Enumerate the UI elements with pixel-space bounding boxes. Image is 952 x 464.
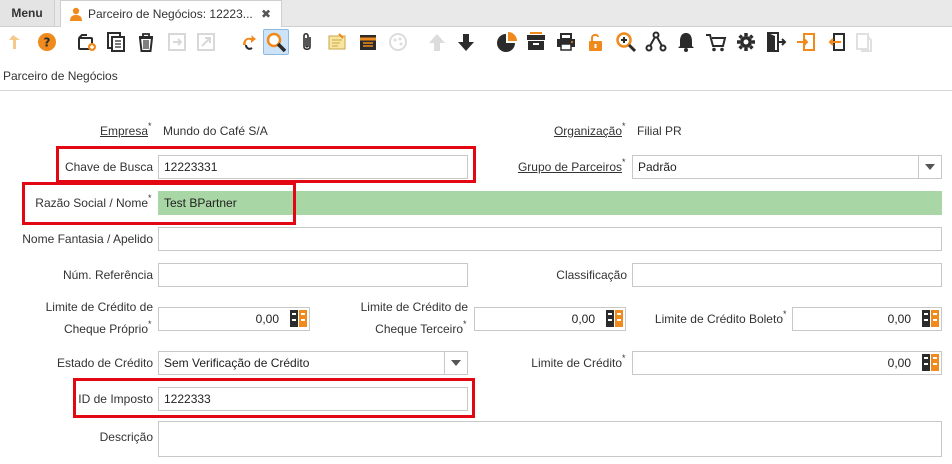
exit-icon[interactable] — [763, 29, 789, 55]
lock-icon[interactable] — [583, 29, 609, 55]
chevron-down-icon[interactable] — [918, 156, 941, 178]
note-icon[interactable] — [324, 29, 350, 55]
limite-boleto-label: Limite de Crédito Boleto — [654, 312, 783, 326]
zoom-across-icon[interactable] — [613, 29, 639, 55]
copy-record-icon[interactable] — [103, 29, 129, 55]
chat-icon[interactable] — [385, 29, 411, 55]
estado-credito-label: Estado de Crédito — [56, 356, 153, 370]
request-icon[interactable] — [703, 29, 729, 55]
new-record-icon[interactable] — [74, 29, 100, 55]
print-icon[interactable] — [553, 29, 579, 55]
limite-credito-label: Limite de Crédito — [531, 356, 622, 370]
export-icon[interactable] — [793, 29, 819, 55]
required-mark: * — [148, 121, 152, 131]
empresa-label[interactable]: Empresa — [60, 122, 148, 140]
chart-icon[interactable] — [494, 29, 520, 55]
user-icon — [70, 7, 82, 21]
workflow-icon[interactable] — [643, 29, 669, 55]
organizacao-label[interactable]: Organização — [520, 122, 622, 140]
save-new-icon[interactable] — [193, 29, 219, 55]
limite-credito-input[interactable]: 0,00 — [632, 351, 942, 375]
product-info-icon[interactable] — [355, 29, 381, 55]
highlight-id-imposto — [73, 378, 475, 418]
organizacao-value: Filial PR — [637, 124, 682, 138]
refresh-icon[interactable] — [235, 29, 261, 55]
required-mark: * — [622, 353, 626, 363]
highlight-razao-social — [22, 182, 296, 225]
tab-parceiro-negocios[interactable]: Parceiro de Negócios: 12223... ✖ — [60, 0, 282, 28]
delete-icon[interactable] — [133, 29, 159, 55]
limite-cheque-terceiro-label-2: Cheque Terceiro — [375, 322, 463, 336]
tab-title: Parceiro de Negócios: 12223... — [88, 7, 253, 21]
alert-icon[interactable] — [673, 29, 699, 55]
close-icon[interactable]: ✖ — [261, 1, 271, 27]
descricao-label: Descrição — [99, 430, 153, 444]
grupo-parceiros-select[interactable]: Padrão — [632, 155, 942, 179]
highlight-chave-busca — [56, 146, 476, 183]
num-referencia-input[interactable] — [158, 263, 468, 287]
chevron-down-icon[interactable] — [444, 352, 467, 374]
copy-details-icon[interactable] — [851, 29, 877, 55]
classificacao-input[interactable] — [632, 263, 942, 287]
limite-cheque-proprio-input[interactable]: 0,00 — [158, 307, 310, 331]
save-icon[interactable] — [164, 29, 190, 55]
tab-bar: Menu Parceiro de Negócios: 12223... ✖ — [0, 0, 952, 28]
calculator-icon[interactable] — [922, 354, 939, 374]
archive-icon[interactable] — [523, 29, 549, 55]
attachment-icon[interactable] — [294, 29, 320, 55]
calculator-icon[interactable] — [606, 310, 623, 330]
section-title: Parceiro de Negócios — [3, 69, 118, 83]
empresa-value: Mundo do Café S/A — [163, 124, 268, 138]
limite-cheque-proprio-label-1: Limite de Crédito de — [45, 300, 153, 314]
nome-fantasia-label: Nome Fantasia / Apelido — [22, 232, 153, 246]
toolbar: ? — [0, 27, 952, 59]
classificacao-label: Classificação — [556, 268, 627, 282]
help-icon[interactable]: ? — [34, 29, 60, 55]
estado-credito-select[interactable]: Sem Verificação de Crédito — [158, 351, 468, 375]
previous-icon[interactable] — [424, 29, 450, 55]
nome-fantasia-input[interactable] — [158, 227, 942, 251]
grupo-parceiros-value: Padrão — [638, 160, 677, 174]
estado-credito-value: Sem Verificação de Crédito — [164, 356, 310, 370]
calculator-icon[interactable] — [290, 310, 307, 330]
required-mark: * — [622, 157, 626, 167]
limite-cheque-proprio-label-2: Cheque Próprio — [63, 322, 148, 336]
required-mark: * — [148, 319, 152, 329]
limite-cheque-terceiro-input[interactable]: 0,00 — [474, 307, 626, 331]
limite-boleto-input[interactable]: 0,00 — [792, 307, 942, 331]
grupo-parceiros-label[interactable]: Grupo de Parceiros — [490, 158, 622, 176]
next-icon[interactable] — [453, 29, 479, 55]
required-mark: * — [783, 309, 787, 319]
required-mark: * — [622, 121, 626, 131]
menu-tab[interactable]: Menu — [0, 0, 55, 26]
undo-icon[interactable] — [5, 29, 31, 55]
num-referencia-label: Núm. Referência — [62, 268, 153, 282]
svg-text:?: ? — [44, 36, 51, 50]
find-icon[interactable] — [263, 29, 289, 55]
calculator-icon[interactable] — [922, 310, 939, 330]
descricao-textarea[interactable] — [158, 421, 942, 457]
required-mark: * — [463, 319, 467, 329]
settings-icon[interactable] — [733, 29, 759, 55]
limite-cheque-terceiro-label-1: Limite de Crédito de — [360, 300, 468, 314]
import-icon[interactable] — [823, 29, 849, 55]
section-divider — [0, 90, 952, 91]
